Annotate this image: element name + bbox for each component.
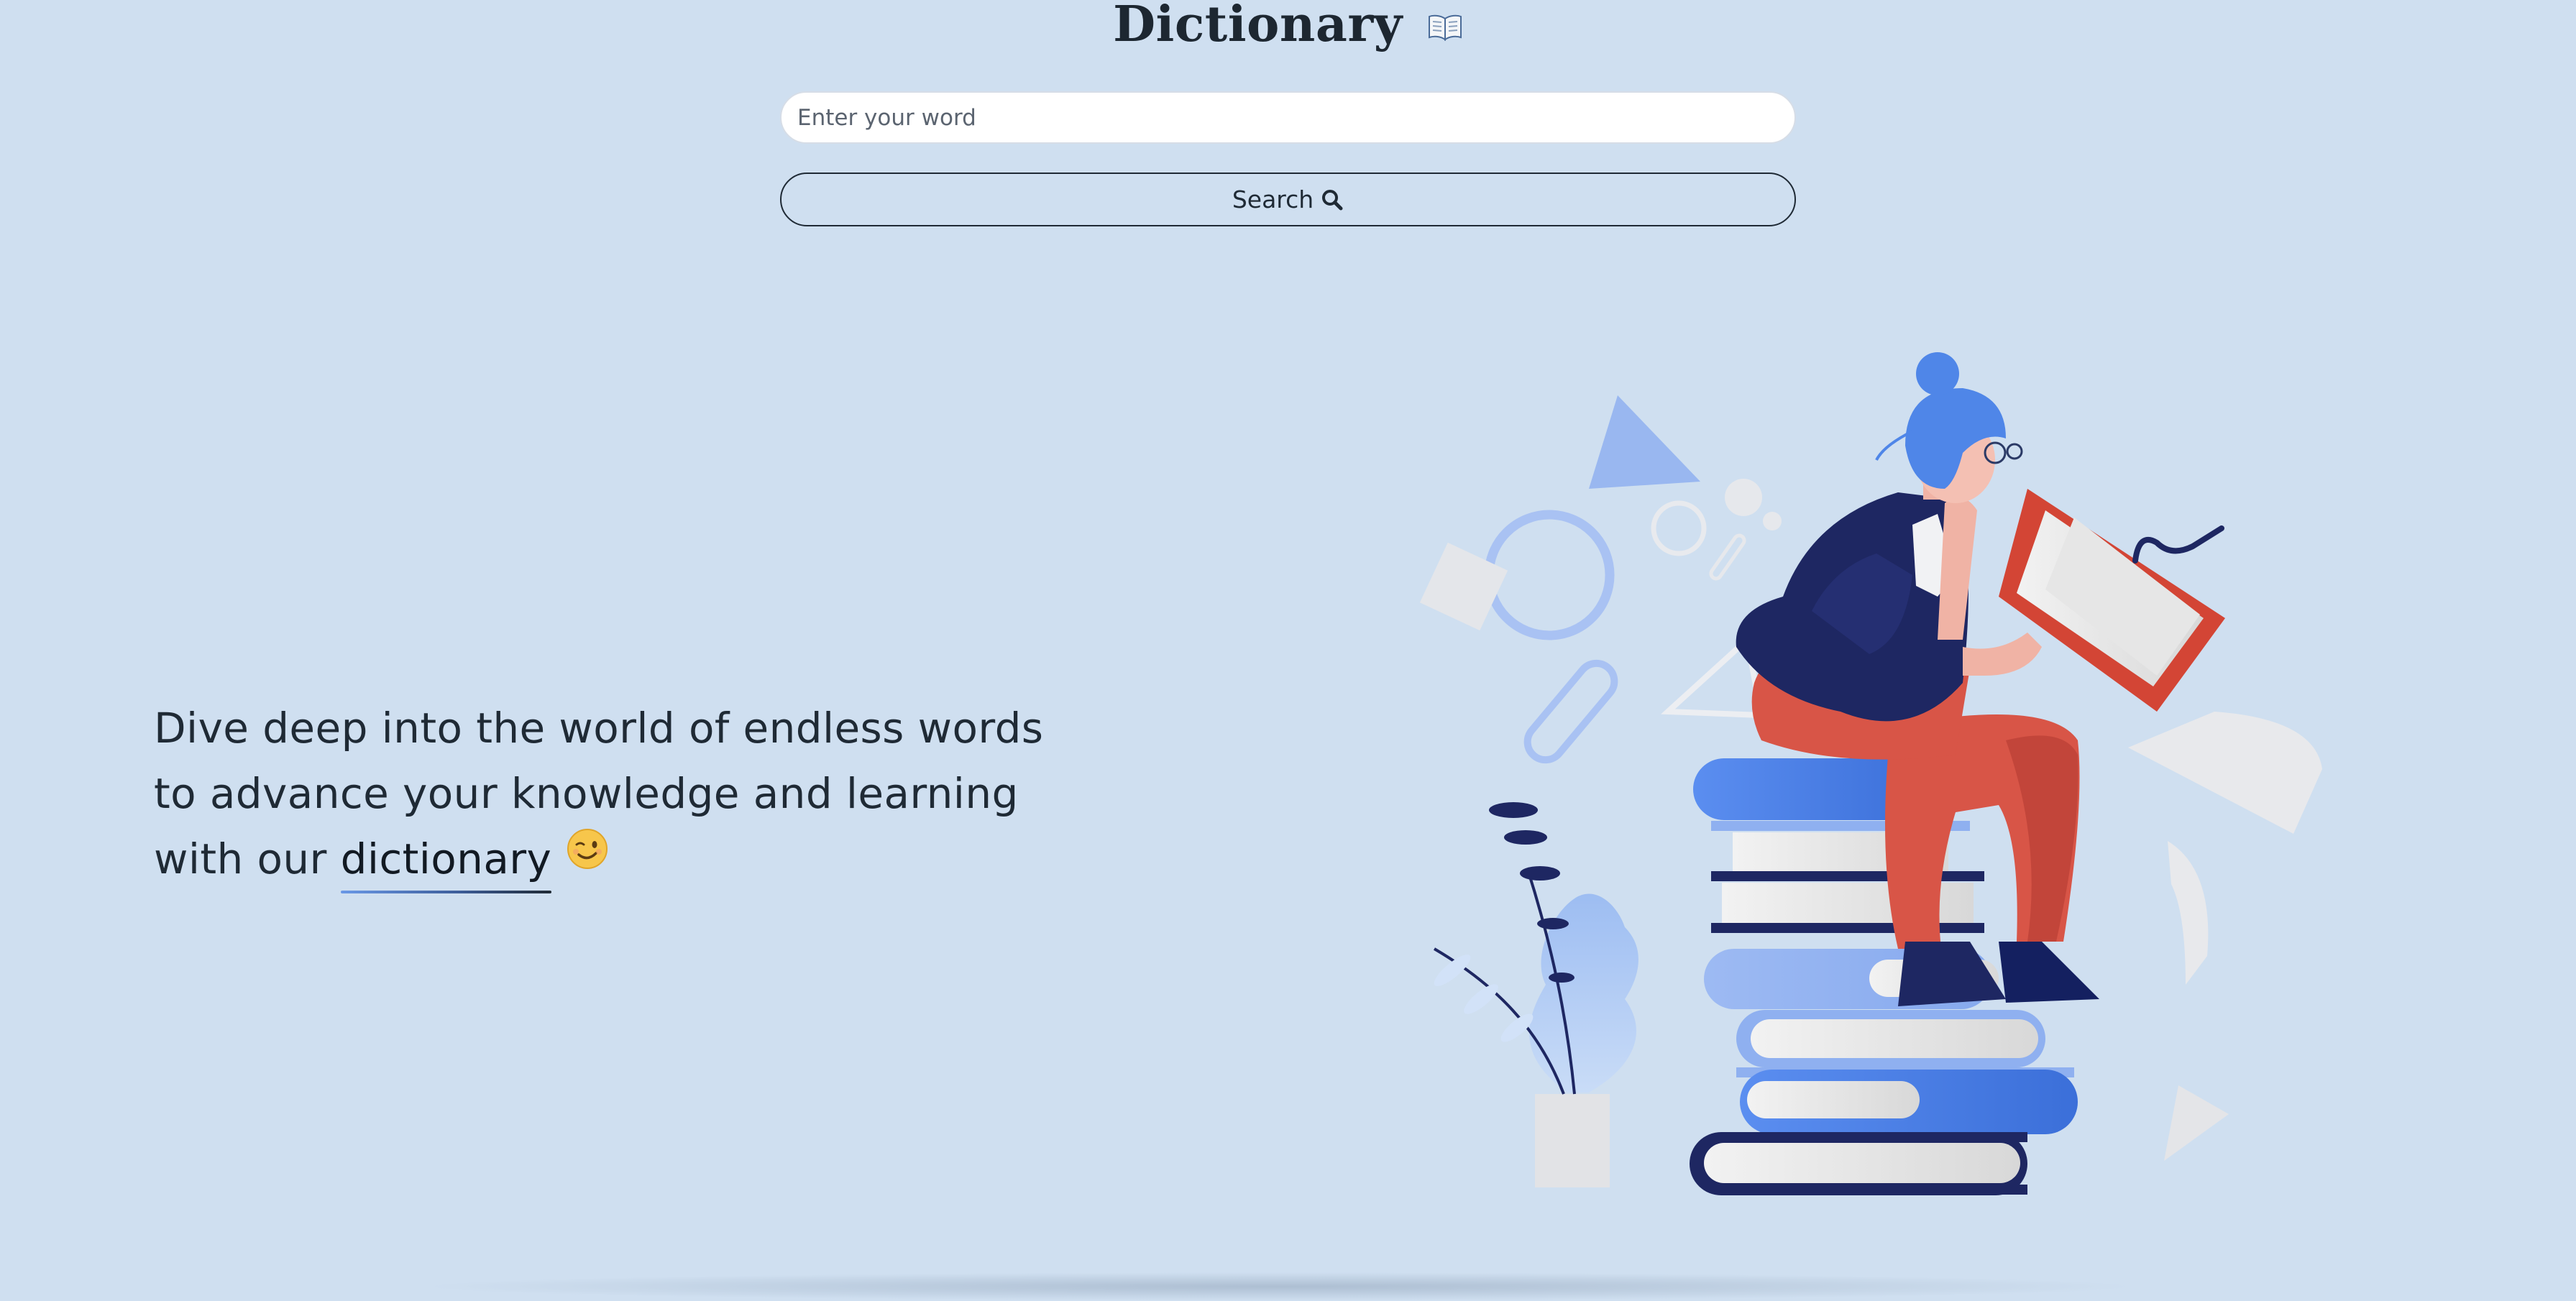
- reading-illustration: [1409, 338, 2344, 1222]
- search-button-label: Search: [1232, 185, 1314, 213]
- open-book-icon: [1427, 0, 1463, 51]
- app-title-text: Dictionary: [1113, 0, 1403, 53]
- magnifying-glass-icon: [1321, 188, 1344, 211]
- app-title: Dictionary: [0, 0, 2576, 51]
- hero-tagline: Dive deep into the world of endless word…: [154, 696, 1160, 893]
- footer-shadow: [417, 1272, 2142, 1301]
- tagline-line-2: to advance your knowledge and learning: [154, 769, 1019, 818]
- search-button[interactable]: Search: [780, 173, 1796, 226]
- dictionary-highlight: dictionary: [340, 827, 552, 893]
- tagline-line-1: Dive deep into the world of endless word…: [154, 704, 1044, 753]
- tagline-prefix: with our: [154, 835, 327, 883]
- winking-face-icon: [566, 824, 609, 889]
- tagline-line-3: with our dictionary: [154, 824, 1160, 893]
- search-input[interactable]: [780, 91, 1796, 144]
